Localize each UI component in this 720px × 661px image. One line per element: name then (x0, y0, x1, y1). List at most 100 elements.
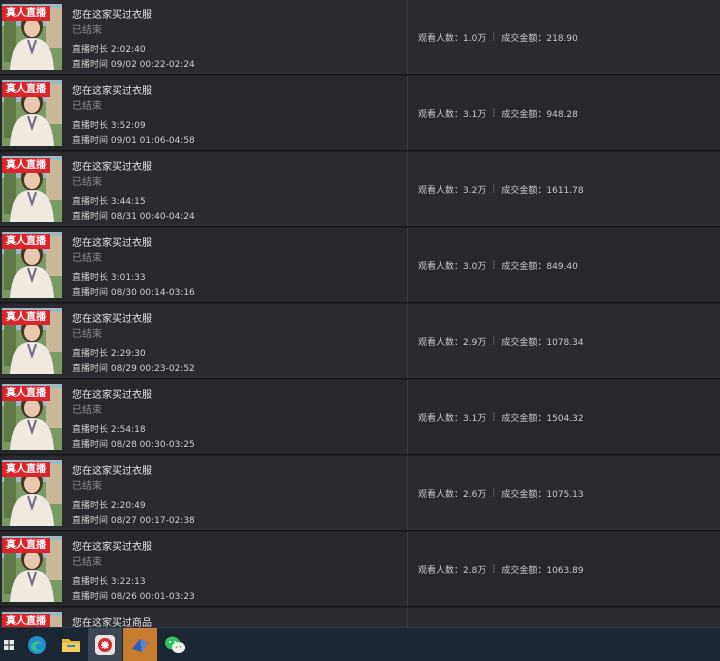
session-title: 您在这家买过衣服 (72, 86, 152, 97)
session-thumbnail[interactable]: 真人直播 (2, 232, 62, 298)
windows-start-icon[interactable] (0, 628, 18, 661)
session-duration: 直播时长 2:54:18 (72, 425, 146, 435)
list-item[interactable]: 真人直播 您在这家买过衣服 已结束 直播时长 2:02:40 直播时间 09/0… (0, 0, 720, 75)
stats-divider: | (492, 336, 496, 346)
viewer-count: 观看人数：3.1万 (418, 109, 487, 120)
session-time: 直播时间 09/02 00:22-02:24 (72, 60, 195, 70)
list-item[interactable]: 真人直播 您在这家买过商品 (0, 608, 720, 628)
session-duration: 直播时长 3:44:15 (72, 197, 146, 207)
session-status: 已结束 (72, 329, 102, 340)
session-thumbnail[interactable]: 真人直播 (2, 156, 62, 222)
session-thumbnail[interactable]: 真人直播 (2, 536, 62, 602)
session-title: 您在这家买过衣服 (72, 466, 152, 477)
session-stats: 观看人数：3.0万 | 成交金额：849.40 (408, 228, 720, 302)
session-time: 直播时间 08/26 00:01-03:23 (72, 592, 195, 602)
session-stats: 观看人数：1.0万 | 成交金额：218.90 (408, 0, 720, 74)
sales-amount: 成交金额：1611.78 (501, 185, 584, 196)
session-time: 直播时间 08/31 00:40-04:24 (72, 212, 195, 222)
session-thumbnail[interactable]: 真人直播 (2, 612, 62, 628)
sales-amount: 成交金额：849.40 (501, 261, 578, 272)
edge-browser-icon[interactable] (20, 628, 54, 661)
sales-amount: 成交金额：948.28 (501, 109, 578, 120)
session-stats: 观看人数：2.6万 | 成交金额：1075.13 (408, 456, 720, 530)
session-info: 真人直播 您在这家买过衣服 已结束 直播时长 2:02:40 直播时间 09/0… (0, 0, 408, 74)
session-thumbnail[interactable]: 真人直播 (2, 460, 62, 526)
session-thumbnail[interactable]: 真人直播 (2, 80, 62, 146)
viewer-count: 观看人数：2.8万 (418, 565, 487, 576)
session-stats: 观看人数：2.9万 | 成交金额：1078.34 (408, 304, 720, 378)
session-title: 您在这家买过衣服 (72, 162, 152, 173)
stats-divider: | (492, 32, 496, 42)
live-tag: 真人直播 (2, 614, 50, 628)
viewer-count: 观看人数：2.6万 (418, 489, 487, 500)
live-tag: 真人直播 (2, 310, 50, 325)
session-info: 真人直播 您在这家买过衣服 已结束 直播时长 3:44:15 直播时间 08/3… (0, 152, 408, 226)
session-status: 已结束 (72, 481, 102, 492)
session-title: 您在这家买过商品 (72, 618, 152, 628)
blue-app-icon[interactable] (123, 628, 157, 661)
list-item[interactable]: 真人直播 您在这家买过衣服 已结束 直播时长 3:44:15 直播时间 08/3… (0, 152, 720, 227)
live-tag: 真人直播 (2, 462, 50, 477)
stats-divider: | (492, 564, 496, 574)
taskbar (0, 627, 720, 661)
session-info: 真人直播 您在这家买过衣服 已结束 直播时长 2:54:18 直播时间 08/2… (0, 380, 408, 454)
sales-amount: 成交金额：1075.13 (501, 489, 584, 500)
live-tag: 真人直播 (2, 82, 50, 97)
session-title: 您在这家买过衣服 (72, 390, 152, 401)
list-item[interactable]: 真人直播 您在这家买过衣服 已结束 直播时长 3:22:13 直播时间 08/2… (0, 532, 720, 607)
live-tag: 真人直播 (2, 538, 50, 553)
session-duration: 直播时长 3:01:33 (72, 273, 146, 283)
session-thumbnail[interactable]: 真人直播 (2, 308, 62, 374)
viewer-count: 观看人数：2.9万 (418, 337, 487, 348)
session-status: 已结束 (72, 177, 102, 188)
red-app-icon[interactable] (88, 628, 122, 661)
session-info: 真人直播 您在这家买过商品 (0, 608, 408, 628)
stats-divider: | (492, 184, 496, 194)
session-stats: 观看人数：2.8万 | 成交金额：1063.89 (408, 532, 720, 606)
session-stats: 观看人数：3.1万 | 成交金额：1504.32 (408, 380, 720, 454)
live-tag: 真人直播 (2, 234, 50, 249)
session-time: 直播时间 09/01 01:06-04:58 (72, 136, 195, 146)
viewer-count: 观看人数：1.0万 (418, 33, 487, 44)
viewer-count: 观看人数：3.1万 (418, 413, 487, 424)
session-title: 您在这家买过衣服 (72, 238, 152, 249)
viewer-count: 观看人数：3.0万 (418, 261, 487, 272)
session-title: 您在这家买过衣服 (72, 542, 152, 553)
session-status: 已结束 (72, 25, 102, 36)
session-time: 直播时间 08/28 00:30-03:25 (72, 440, 195, 450)
session-duration: 直播时长 2:20:49 (72, 501, 146, 511)
session-status: 已结束 (72, 253, 102, 264)
viewer-count: 观看人数：3.2万 (418, 185, 487, 196)
list-item[interactable]: 真人直播 您在这家买过衣服 已结束 直播时长 2:54:18 直播时间 08/2… (0, 380, 720, 455)
live-tag: 真人直播 (2, 158, 50, 173)
session-thumbnail[interactable]: 真人直播 (2, 4, 62, 70)
live-session-list: 真人直播 您在这家买过衣服 已结束 直播时长 2:02:40 直播时间 09/0… (0, 0, 720, 628)
list-item[interactable]: 真人直播 您在这家买过衣服 已结束 直播时长 3:01:33 直播时间 08/3… (0, 228, 720, 303)
stats-divider: | (492, 412, 496, 422)
session-time: 直播时间 08/27 00:17-02:38 (72, 516, 195, 526)
file-explorer-icon[interactable] (54, 628, 88, 661)
session-title: 您在这家买过衣服 (72, 10, 152, 21)
session-time: 直播时间 08/29 00:23-02:52 (72, 364, 195, 374)
list-item[interactable]: 真人直播 您在这家买过衣服 已结束 直播时长 2:29:30 直播时间 08/2… (0, 304, 720, 379)
session-duration: 直播时长 3:52:09 (72, 121, 146, 131)
session-time: 直播时间 08/30 00:14-03:16 (72, 288, 195, 298)
sales-amount: 成交金额：1078.34 (501, 337, 584, 348)
session-status: 已结束 (72, 557, 102, 568)
sales-amount: 成交金额：218.90 (501, 33, 578, 44)
session-thumbnail[interactable]: 真人直播 (2, 384, 62, 450)
session-duration: 直播时长 2:29:30 (72, 349, 146, 359)
live-tag: 真人直播 (2, 6, 50, 21)
session-info: 真人直播 您在这家买过衣服 已结束 直播时长 2:20:49 直播时间 08/2… (0, 456, 408, 530)
session-status: 已结束 (72, 101, 102, 112)
list-item[interactable]: 真人直播 您在这家买过衣服 已结束 直播时长 3:52:09 直播时间 09/0… (0, 76, 720, 151)
session-title: 您在这家买过衣服 (72, 314, 152, 325)
session-stats: 观看人数：3.1万 | 成交金额：948.28 (408, 76, 720, 150)
wechat-icon[interactable] (158, 628, 192, 661)
session-duration: 直播时长 2:02:40 (72, 45, 146, 55)
stats-divider: | (492, 488, 496, 498)
session-info: 真人直播 您在这家买过衣服 已结束 直播时长 3:52:09 直播时间 09/0… (0, 76, 408, 150)
session-stats (408, 608, 720, 628)
session-info: 真人直播 您在这家买过衣服 已结束 直播时长 3:01:33 直播时间 08/3… (0, 228, 408, 302)
list-item[interactable]: 真人直播 您在这家买过衣服 已结束 直播时长 2:20:49 直播时间 08/2… (0, 456, 720, 531)
